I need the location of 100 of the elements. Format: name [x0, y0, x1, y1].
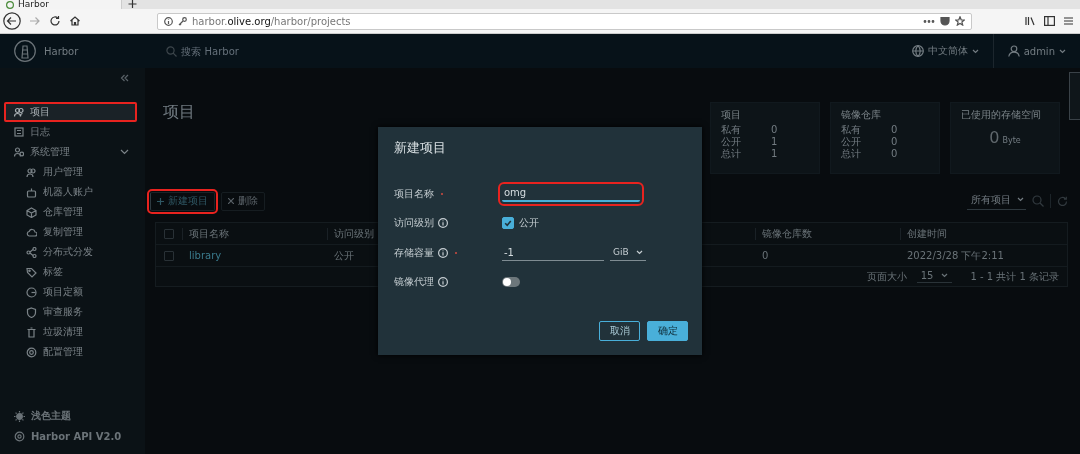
- cloud-icon: [26, 226, 37, 238]
- project-link[interactable]: library: [182, 250, 222, 261]
- stat-label: 公开: [841, 136, 862, 148]
- menu-icon[interactable]: [1063, 16, 1074, 26]
- select-all-checkbox[interactable]: [164, 228, 174, 239]
- stat-label: 私有: [841, 124, 862, 136]
- trash-icon: [26, 326, 37, 338]
- stat-value: 0: [891, 148, 898, 160]
- page-size-label: 页面大小: [866, 269, 907, 284]
- row-checkbox[interactable]: [164, 250, 174, 261]
- gear-icon: [26, 346, 37, 358]
- user-menu[interactable]: admin: [1007, 45, 1066, 57]
- caret-icon: [1017, 197, 1024, 202]
- reload-icon[interactable]: [49, 15, 61, 27]
- table-cell-text: 公开: [333, 248, 354, 263]
- field-label: 存储容量: [394, 245, 434, 260]
- url-text: harbor.olive.org/harbor/projects: [192, 15, 351, 27]
- unit-dropdown[interactable]: GiB: [610, 244, 646, 262]
- card-title: 镜像仓库: [841, 108, 882, 122]
- storage-quota-field[interactable]: -1: [502, 244, 604, 261]
- lighthouse-logo-icon: [14, 40, 36, 62]
- sidebar-icon[interactable]: [1044, 16, 1055, 26]
- user-icon: [1007, 45, 1020, 57]
- plus-icon[interactable]: [128, 0, 137, 8]
- gauge-icon: [26, 286, 37, 298]
- dialog-title: 新建项目: [394, 139, 447, 157]
- field-label: 镜像代理: [394, 275, 434, 290]
- people-icon: [14, 147, 24, 157]
- cancel-button[interactable]: 取消: [599, 321, 640, 341]
- sidebar-item[interactable]: 配置管理: [0, 342, 145, 362]
- sun-icon: [14, 410, 25, 422]
- check-icon: [504, 219, 512, 228]
- back-icon[interactable]: [3, 12, 21, 30]
- table-cell-text: 2022/3/28 下午2:11: [906, 248, 1004, 263]
- checkbox-label: 公开: [519, 216, 539, 231]
- stat-value: 0: [891, 136, 898, 148]
- storage-value: 0: [989, 128, 1000, 147]
- column-header[interactable]: 创建时间: [900, 227, 1067, 240]
- filter-dropdown[interactable]: 所有项目: [967, 192, 1026, 210]
- sidebar-item[interactable]: 标签: [0, 262, 145, 282]
- stat-value: 1: [771, 136, 778, 148]
- address-bar[interactable]: harbor.olive.org/harbor/projects: [157, 12, 972, 30]
- storage-unit: Byte: [1002, 136, 1021, 145]
- sidebar-link[interactable]: Harbor API V2.0: [0, 426, 145, 446]
- stat-label: 私有: [721, 124, 742, 136]
- library-icon[interactable]: [1025, 16, 1036, 26]
- star-icon[interactable]: [955, 16, 965, 26]
- share-icon: [26, 246, 37, 258]
- app-name: Harbor: [44, 45, 79, 57]
- sidebar-item[interactable]: 仓库管理: [0, 202, 145, 222]
- page-size-dropdown[interactable]: 15: [916, 270, 953, 283]
- sidebar-item[interactable]: 机器人账户: [0, 182, 145, 202]
- gear-icon: [14, 430, 25, 442]
- people-icon: [14, 107, 24, 117]
- search-field[interactable]: 搜索 Harbor: [166, 45, 282, 57]
- caret-icon: [636, 249, 643, 255]
- table-cell-text: 0: [761, 250, 769, 261]
- tag-icon: [26, 266, 37, 278]
- people-icon: [26, 166, 37, 178]
- box-icon: [26, 206, 37, 218]
- sidebar-item[interactable]: 审查服务: [0, 302, 145, 322]
- language-menu[interactable]: 中文简体: [911, 44, 979, 58]
- search-icon: [166, 45, 178, 57]
- pagination-summary: 1 - 1 共计 1 条记录: [970, 269, 1059, 284]
- shield-icon: [26, 306, 37, 318]
- stat-label: 总计: [721, 148, 742, 160]
- page-title: 项目: [163, 102, 195, 122]
- robot-icon: [26, 186, 37, 198]
- proxy-toggle[interactable]: [502, 277, 520, 288]
- key-icon: [178, 16, 187, 26]
- sidebar-item[interactable]: 用户管理: [0, 162, 145, 182]
- field-label: 访问级别: [394, 216, 434, 231]
- sidebar-item[interactable]: 项目: [4, 102, 137, 122]
- shield-icon[interactable]: [940, 16, 950, 26]
- column-header[interactable]: 镜像仓库数: [755, 227, 900, 240]
- column-header[interactable]: 项目名称: [182, 227, 327, 240]
- list-icon: [14, 127, 24, 137]
- sidebar-item[interactable]: 系统管理: [0, 142, 145, 162]
- caret-icon: [1059, 48, 1066, 54]
- confirm-button[interactable]: 确定: [647, 321, 688, 341]
- close-icon: [228, 198, 234, 204]
- sidebar-item[interactable]: 项目定额: [0, 282, 145, 302]
- sidebar-item[interactable]: 分布式分发: [0, 242, 145, 262]
- sidebar-item[interactable]: 垃圾清理: [0, 322, 145, 342]
- sidebar-item[interactable]: 复制管理: [0, 222, 145, 242]
- plus-icon: [157, 197, 164, 205]
- stat-value: 0: [771, 124, 778, 136]
- stat-value: 1: [771, 148, 778, 160]
- sidebar-item[interactable]: 日志: [0, 122, 145, 142]
- card-title: 项目: [721, 108, 742, 122]
- collapse-icon[interactable]: [120, 74, 129, 82]
- sidebar-link[interactable]: 浅色主题: [0, 406, 145, 426]
- caret-icon: [971, 48, 979, 54]
- caret-icon: [941, 273, 949, 278]
- card-title: 已使用的存储空间: [961, 108, 1042, 122]
- stat-label: 公开: [721, 136, 742, 148]
- stat-label: 总计: [841, 148, 862, 160]
- home-icon[interactable]: [69, 15, 81, 27]
- stat-value: 0: [891, 124, 898, 136]
- public-checkbox[interactable]: [502, 217, 514, 230]
